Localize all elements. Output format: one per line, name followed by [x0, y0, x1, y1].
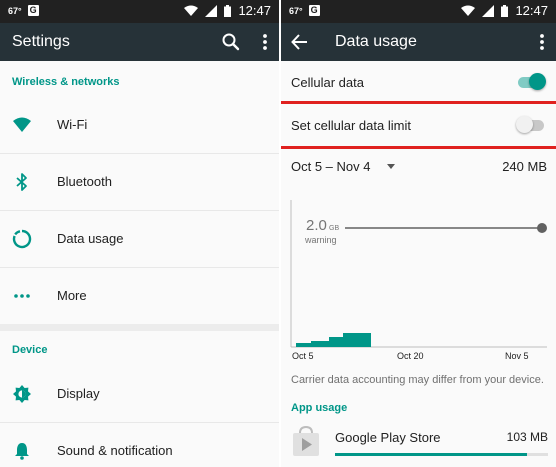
back-arrow-icon[interactable] — [289, 31, 311, 53]
settings-item-label: Sound & notification — [57, 443, 173, 458]
status-bar: 67° G 12:47 — [0, 0, 279, 23]
temperature-indicator: 67° — [8, 5, 22, 16]
search-icon[interactable] — [220, 31, 242, 53]
status-bar: 67° G 12:47 — [281, 0, 556, 23]
overflow-menu-icon[interactable] — [254, 31, 276, 53]
clock: 12:47 — [238, 3, 271, 18]
data-usage-screen: 67° G 12:47 Data usage Cellular data Set… — [281, 0, 556, 467]
more-dots-icon — [14, 294, 30, 298]
overflow-menu-icon[interactable] — [531, 31, 553, 53]
settings-item-display[interactable]: Display — [0, 366, 279, 423]
cellular-data-label: Cellular data — [291, 75, 364, 90]
settings-item-more[interactable]: More — [0, 268, 279, 324]
clock: 12:47 — [515, 3, 548, 18]
wifi-signal-icon — [461, 5, 476, 16]
usage-area — [296, 333, 371, 347]
g-notification-icon: G — [27, 5, 39, 16]
wifi-icon — [13, 117, 31, 132]
x-tick-label: Oct 5 — [292, 351, 314, 361]
temperature-indicator: 67° — [289, 5, 303, 16]
settings-item-bluetooth[interactable]: Bluetooth — [0, 154, 279, 211]
settings-item-sound-notification[interactable]: Sound & notification — [0, 423, 279, 467]
settings-item-label: Wi-Fi — [57, 117, 88, 132]
data-usage-app-bar: Data usage — [281, 23, 556, 61]
section-header: Wireless & networks — [12, 76, 120, 88]
g-notification-icon: G — [308, 5, 320, 16]
section-device: Device Display Sound & notification — [0, 331, 279, 467]
app-size: 103 MB — [506, 430, 548, 444]
app-usage-header: App usage — [291, 402, 348, 414]
carrier-note: Carrier data accounting may differ from … — [291, 374, 544, 386]
settings-item-label: More — [57, 288, 87, 303]
cell-signal-icon — [205, 4, 218, 17]
cell-signal-icon — [482, 4, 495, 17]
settings-item-label: Bluetooth — [57, 174, 112, 189]
settings-item-label: Data usage — [57, 231, 124, 246]
data-limit-label: Set cellular data limit — [291, 118, 411, 133]
warning-value: 2.0 — [306, 217, 327, 234]
cellular-data-toggle[interactable] — [518, 73, 546, 90]
battery-icon — [501, 4, 509, 17]
cellular-data-row[interactable]: Cellular data — [281, 61, 556, 104]
data-usage-chart: 2.0 GB warning Oct 5 Oct 20 Nov 5 — [290, 200, 547, 361]
play-store-icon — [293, 426, 319, 456]
data-limit-toggle[interactable] — [516, 116, 544, 133]
display-brightness-icon — [13, 385, 31, 403]
settings-item-data-usage[interactable]: Data usage — [0, 211, 279, 268]
section-header: Device — [12, 344, 48, 356]
data-usage-icon — [12, 229, 32, 249]
x-tick-label: Nov 5 — [505, 351, 529, 361]
app-usage-row[interactable]: Google Play Store 103 MB — [281, 423, 556, 467]
settings-item-wifi[interactable]: Wi-Fi — [0, 97, 279, 154]
section-separator — [0, 324, 279, 331]
settings-item-label: Display — [57, 386, 100, 401]
warning-handle[interactable] — [537, 223, 547, 233]
settings-app-bar: Settings — [0, 23, 279, 61]
battery-icon — [224, 4, 232, 17]
section-wireless-networks: Wireless & networks Wi-Fi Bluetooth Data… — [0, 61, 279, 324]
wifi-signal-icon — [184, 5, 199, 16]
page-title: Data usage — [335, 33, 417, 50]
warning-label: warning — [304, 235, 337, 245]
app-name: Google Play Store — [335, 430, 441, 445]
data-limit-row[interactable]: Set cellular data limit — [281, 101, 556, 149]
x-tick-label: Oct 20 — [397, 351, 424, 361]
app-usage-bar — [335, 453, 527, 456]
bluetooth-icon — [16, 173, 27, 191]
bell-icon — [15, 443, 29, 460]
warning-unit: GB — [329, 225, 339, 232]
page-title: Settings — [12, 33, 70, 50]
settings-screen: 67° G 12:47 Settings Wireless & networks… — [0, 0, 279, 467]
